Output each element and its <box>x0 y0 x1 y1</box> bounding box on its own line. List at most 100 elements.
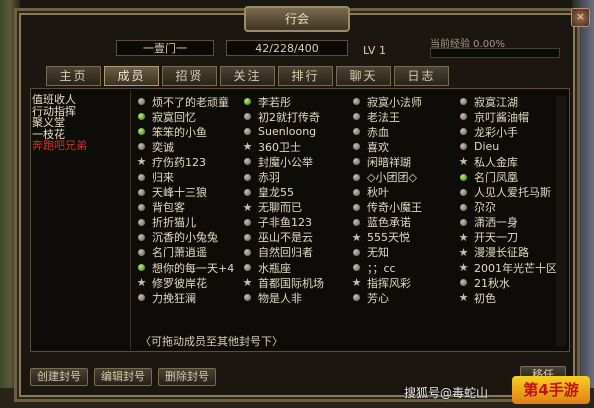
member-row[interactable]: Suenloong <box>243 124 324 139</box>
member-row[interactable]: 背包客 <box>137 200 234 215</box>
member-row[interactable]: ★ 首都国际机场 <box>243 275 324 290</box>
offline-dot-icon <box>352 293 361 302</box>
member-row[interactable]: ◇小团团◇ <box>352 169 422 184</box>
member-row[interactable]: 皇龙55 <box>243 185 324 200</box>
member-row[interactable]: ★ 555天悦 <box>352 230 422 245</box>
member-row[interactable]: ★ 2001年光芒十区 <box>459 260 557 275</box>
member-row[interactable]: 物是人非 <box>243 290 324 305</box>
member-row[interactable]: ；；cc <box>352 260 422 275</box>
member-row[interactable]: 寂寞江湖 <box>459 94 557 109</box>
offline-dot-icon <box>352 112 361 121</box>
offline-dot-icon <box>352 263 361 272</box>
member-name: 初色 <box>474 291 496 305</box>
member-row[interactable]: ★ 360卫士 <box>243 139 324 154</box>
member-row[interactable]: 赤血 <box>352 124 422 139</box>
member-row[interactable]: 喜欢 <box>352 139 422 154</box>
member-row[interactable]: 归来 <box>137 169 234 184</box>
site-logo: 第4手游 <box>512 376 590 404</box>
member-row[interactable]: 天峰十三狼 <box>137 185 234 200</box>
member-row[interactable]: 封魔小公举 <box>243 154 324 169</box>
create-title-button[interactable]: 创建封号 <box>30 368 88 386</box>
member-row[interactable]: 折折猫儿 <box>137 215 234 230</box>
member-row[interactable]: 京叮酱油帽 <box>459 109 557 124</box>
member-row[interactable]: 闲暗祥瑚 <box>352 154 422 169</box>
member-row[interactable]: ★ 指挥风彩 <box>352 275 422 290</box>
offline-dot-icon <box>352 188 361 197</box>
member-name: 名门凤凰 <box>474 171 518 185</box>
star-icon: ★ <box>136 276 147 290</box>
star-icon: ★ <box>136 155 147 169</box>
member-column-1: 烦不了的老顽童 寂寞回忆 笨笨的小鱼 奕诚 ★ 疗伤药123 归来 天峰十三狼 背包客 折折猫儿沉… <box>137 94 235 305</box>
member-name: 皇龙55 <box>258 186 294 200</box>
member-row[interactable]: 奕诚 <box>137 139 234 154</box>
star-icon: ★ <box>458 261 469 275</box>
tab-3[interactable]: 招贤 <box>162 66 217 86</box>
offline-dot-icon <box>243 248 252 257</box>
offline-dot-icon <box>459 188 468 197</box>
offline-dot-icon <box>137 203 146 212</box>
member-row[interactable]: 名门萧逍遥 <box>137 245 234 260</box>
member-row[interactable]: 无知 <box>352 245 422 260</box>
online-dot-icon <box>137 127 146 136</box>
member-row[interactable]: ★ 漫漫长征路 <box>459 245 557 260</box>
member-row[interactable]: ★ 初色 <box>459 290 557 305</box>
tab-6[interactable]: 聊天 <box>336 66 391 86</box>
member-name: 无聊而已 <box>258 201 302 215</box>
tab-7[interactable]: 日志 <box>394 66 449 86</box>
member-row[interactable]: 人见人爱托马斯 <box>459 185 557 200</box>
member-row[interactable]: 传奇小魔王 <box>352 200 422 215</box>
member-row[interactable]: 潇洒一身 <box>459 215 557 230</box>
delete-title-button[interactable]: 删除封号 <box>158 368 216 386</box>
offline-dot-icon <box>352 248 361 257</box>
close-button[interactable]: × <box>571 8 590 27</box>
member-name: 开天一刀 <box>474 231 518 245</box>
member-row[interactable]: 巫山不是云 <box>243 230 324 245</box>
member-row[interactable]: ★ 开天一刀 <box>459 230 557 245</box>
scrollbar[interactable] <box>556 96 566 346</box>
offline-dot-icon <box>137 173 146 182</box>
tab-5[interactable]: 排行 <box>278 66 333 86</box>
member-row[interactable]: 力挽狂澜 <box>137 290 234 305</box>
member-row[interactable]: 自然回归者 <box>243 245 324 260</box>
rank-item[interactable]: 值班收人 <box>32 94 130 106</box>
member-name: 秋叶 <box>367 186 389 200</box>
member-count: 42/228/400 <box>226 40 348 56</box>
member-row[interactable]: 寂寞回忆 <box>137 109 234 124</box>
member-row[interactable]: 赤羽 <box>243 169 324 184</box>
drag-hint: 〈可拖动成员至其他封号下〉 <box>140 335 283 348</box>
member-row[interactable]: 笨笨的小鱼 <box>137 124 234 139</box>
member-row[interactable]: 龙彩小手 <box>459 124 557 139</box>
member-row[interactable]: 寂寞小法师 <box>352 94 422 109</box>
rank-item[interactable]: 奔跑吧兄弟 <box>32 140 130 152</box>
member-row[interactable]: 蓝色承诺 <box>352 215 422 230</box>
rank-item[interactable]: 聚义堂 <box>32 117 130 129</box>
member-row[interactable]: 沉香的小兔兔 <box>137 230 234 245</box>
member-row[interactable]: ★ 疗伤药123 <box>137 154 234 169</box>
member-row[interactable]: 烦不了的老顽童 <box>137 94 234 109</box>
tab-2[interactable]: 成员 <box>104 66 159 86</box>
member-row[interactable]: 子非鱼123 <box>243 215 324 230</box>
member-row[interactable]: 尕尕 <box>459 200 557 215</box>
member-row[interactable]: 水瓶座 <box>243 260 324 275</box>
member-row[interactable]: 想你的每一天+4 <box>137 260 234 275</box>
member-row[interactable]: ★ 无聊而已 <box>243 200 324 215</box>
star-icon: ★ <box>458 230 469 244</box>
member-row[interactable]: ★ 私人金库 <box>459 154 557 169</box>
member-row[interactable]: 李若彤 <box>243 94 324 109</box>
member-row[interactable]: 老法王 <box>352 109 422 124</box>
offline-dot-icon <box>137 218 146 227</box>
tab-4[interactable]: 关注 <box>220 66 275 86</box>
star-icon: ★ <box>351 230 362 244</box>
member-row[interactable]: 初2就打传奇 <box>243 109 324 124</box>
exp-bar <box>430 48 560 58</box>
edit-title-button[interactable]: 编辑封号 <box>94 368 152 386</box>
member-name: 寂寞小法师 <box>367 95 422 109</box>
member-row[interactable]: 芳心 <box>352 290 422 305</box>
member-row[interactable]: Dieu <box>459 139 557 154</box>
tab-1[interactable]: 主页 <box>46 66 101 86</box>
member-row[interactable]: ★ 修罗彼岸花 <box>137 275 234 290</box>
member-name: 疗伤药123 <box>152 155 206 169</box>
member-row[interactable]: 21秋水 <box>459 275 557 290</box>
member-row[interactable]: 秋叶 <box>352 185 422 200</box>
member-row[interactable]: 名门凤凰 <box>459 169 557 184</box>
